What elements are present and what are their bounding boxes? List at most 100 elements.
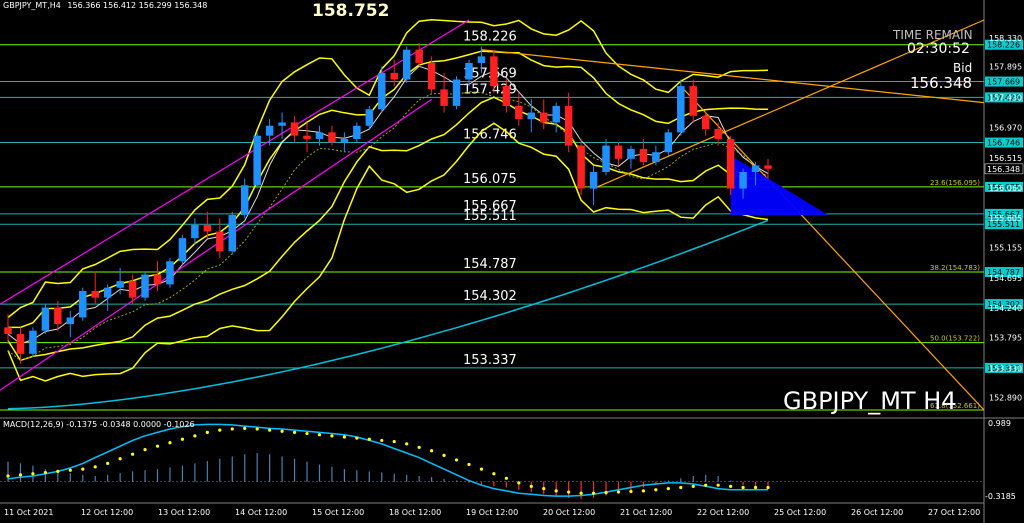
ma-fast: [7, 65, 769, 345]
macd-signal-dot: [380, 438, 384, 443]
level-label: 154.302: [463, 289, 517, 304]
macd-signal-dot: [629, 489, 633, 494]
candle-body: [577, 145, 585, 189]
macd-signal-dot: [255, 427, 259, 431]
symbol-label: GBPJPY_MT,H4: [3, 1, 61, 10]
macd-signal-dot: [355, 436, 359, 440]
time-tick: 15 Oct 12:00: [312, 508, 364, 517]
candle-body: [253, 135, 261, 186]
candle-body: [427, 62, 436, 90]
candle-body: [91, 291, 99, 298]
candle-body: [66, 317, 75, 325]
macd-signal-dot: [654, 488, 658, 492]
candle-body: [265, 125, 274, 136]
macd-signal-dot: [729, 484, 733, 488]
macd-signal-dot: [492, 472, 496, 476]
time-remain-label: TIME REMAIN: [893, 28, 973, 42]
macd-signal-dot: [442, 453, 446, 457]
price-tick: 155.605: [989, 214, 1022, 223]
candle-body: [103, 287, 112, 298]
macd-signal-dot: [292, 430, 297, 434]
level-label: 156.746: [463, 128, 517, 143]
macd-axis-top: 0.989: [988, 419, 1011, 428]
candle-body: [639, 148, 648, 163]
macd-signal-dot: [741, 485, 745, 490]
macd-signal-dot: [155, 444, 160, 448]
candle-body: [41, 307, 50, 331]
candle-body: [477, 56, 486, 63]
channel-upper: [0, 19, 470, 305]
price-tick: 157.895: [989, 63, 1022, 72]
macd-signal-dot: [243, 426, 247, 430]
macd-signal-dot: [517, 481, 521, 485]
macd-signal-dot: [604, 491, 608, 495]
macd-signal-dot: [641, 489, 646, 493]
macd-signal-dot: [218, 428, 222, 432]
macd-signal-dot: [591, 491, 596, 495]
candle-body: [79, 291, 87, 318]
ma-slow-cyan: [7, 219, 769, 410]
candle-body: [303, 135, 311, 139]
fib-label: 50.0(153.722): [930, 335, 980, 343]
time-tick: 13 Oct 12:00: [158, 508, 210, 517]
price-chart[interactable]: 158.226157.669157.429156.746156.075155.6…: [0, 0, 1024, 523]
macd-signal-dot: [367, 437, 371, 441]
candle-body: [726, 138, 735, 189]
macd-signal-dot: [567, 490, 571, 494]
price-tick: 158.330: [989, 34, 1022, 43]
macd-signal-dot: [143, 448, 147, 452]
candle-body: [153, 274, 162, 285]
price-tick: 157.430: [989, 93, 1022, 102]
macd-panel: [0, 423, 984, 499]
price-axis: 158.226157.669157.429156.746156.075155.6…: [984, 34, 1024, 402]
candle-body: [527, 112, 536, 120]
chart-window: 158.226 157.669 157.429 156.746 156.075 155.6…: [0, 0, 1024, 523]
macd-signal-dot: [666, 487, 670, 491]
symbol-header: GBPJPY_MT,H4 156.366 156.412 156.299 156…: [3, 1, 207, 10]
candle-body: [465, 62, 473, 80]
level-label: 158.226: [463, 30, 517, 45]
macd-signal-dot: [18, 473, 23, 477]
macd-signal-dot: [43, 470, 47, 475]
candle-body: [216, 231, 224, 252]
time-tick: 21 Oct 12:00: [620, 508, 672, 517]
macd-signal-dot: [529, 484, 533, 488]
macd-signal-dot: [230, 427, 234, 431]
candle-body: [627, 148, 635, 159]
candle-body: [764, 165, 772, 169]
macd-signal-dot: [454, 458, 459, 462]
macd-signal-dot: [81, 467, 85, 471]
bid-value: 156.348: [910, 74, 973, 92]
time-remain-value: 02:30:52: [907, 41, 970, 57]
macd-signal-dot: [68, 468, 72, 472]
macd-signal-dot: [330, 434, 334, 438]
chart-watermark: GBPJPY_MT H4: [783, 387, 957, 415]
candles: [4, 43, 772, 364]
macd-signal-dot: [579, 491, 583, 495]
candle-body: [552, 105, 560, 123]
level-label: 156.075: [463, 172, 517, 187]
macd-signal-dot: [392, 439, 396, 444]
candle-body: [328, 132, 336, 143]
macd-signal-dot: [6, 474, 10, 478]
candle-body: [353, 125, 361, 139]
candle-body: [390, 72, 398, 80]
macd-signal-dot: [679, 485, 683, 490]
time-tick: 12 Oct 12:00: [81, 508, 133, 517]
macd-signal-dot: [542, 487, 546, 491]
candle-body: [116, 281, 124, 288]
macd-signal-dot: [616, 490, 621, 494]
macd-signal-dot: [405, 442, 409, 446]
candle-body: [564, 105, 573, 146]
ohlc-values: 156.366 156.412 156.299 156.348: [67, 1, 208, 10]
price-tick: 156.970: [989, 124, 1022, 133]
candle-body: [502, 86, 511, 106]
price-tick: 154.240: [989, 304, 1022, 313]
candle-body: [739, 172, 747, 189]
macd-signal-dot: [317, 433, 322, 437]
macd-signal-dot: [93, 465, 97, 469]
level-label: 155.511: [463, 209, 517, 224]
current-price-tag: 156.348: [987, 165, 1020, 174]
candle-body: [378, 72, 386, 110]
candle-body: [402, 49, 411, 80]
